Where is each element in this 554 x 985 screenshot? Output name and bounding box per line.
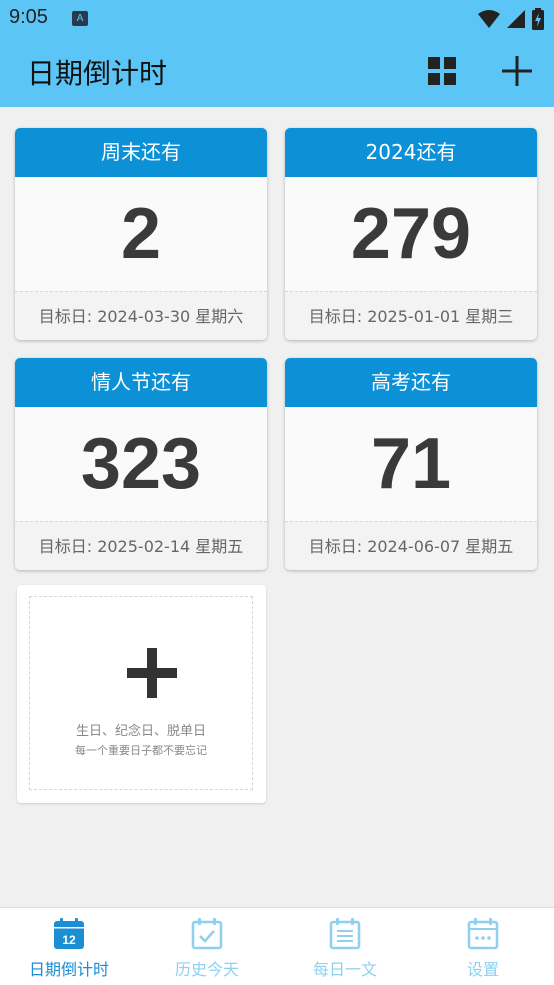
nav-item-settings[interactable]: 设置 — [414, 908, 552, 985]
wifi-icon — [478, 10, 500, 28]
grid-view-icon[interactable] — [426, 55, 458, 87]
card-target-date: 目标日: 2024-03-30 星期六 — [15, 291, 267, 340]
card-target-date: 目标日: 2024-06-07 星期五 — [285, 521, 537, 570]
calendar-12-icon: 12 — [54, 918, 84, 949]
nav-label: 日期倒计时 — [28, 960, 109, 979]
countdown-card-2024[interactable]: 2024还有 279 目标日: 2025-01-01 星期三 — [285, 128, 537, 340]
calendar-dots-icon — [467, 918, 499, 950]
svg-text:12: 12 — [62, 933, 76, 947]
card-target-date: 目标日: 2025-02-14 星期五 — [15, 521, 267, 570]
plus-icon — [127, 648, 177, 698]
countdown-card-gaokao[interactable]: 高考还有 71 目标日: 2024-06-07 星期五 — [285, 358, 537, 570]
nav-item-countdown[interactable]: 12 日期倒计时 — [0, 908, 138, 985]
signal-icon — [507, 10, 525, 28]
notification-icon: A — [72, 11, 88, 26]
countdown-card-weekend[interactable]: 周末还有 2 目标日: 2024-03-30 星期六 — [15, 128, 267, 340]
status-bar: 9:05 A — [0, 0, 554, 38]
nav-label: 每日一文 — [312, 960, 377, 979]
battery-icon — [532, 8, 544, 30]
nav-item-history[interactable]: 历史今天 — [138, 908, 276, 985]
card-title: 2024还有 — [285, 128, 537, 177]
add-countdown-card[interactable]: 生日、纪念日、脱单日 每一个重要日子都不要忘记 — [17, 585, 266, 803]
add-card-dashed-area: 生日、纪念日、脱单日 每一个重要日子都不要忘记 — [29, 596, 253, 790]
card-days: 71 — [285, 407, 537, 521]
add-card-hint: 生日、纪念日、脱单日 — [75, 724, 206, 739]
app-title: 日期倒计时 — [27, 57, 168, 90]
card-target-date: 目标日: 2025-01-01 星期三 — [285, 291, 537, 340]
card-title: 周末还有 — [15, 128, 267, 177]
calendar-lines-icon — [329, 918, 361, 950]
nav-label: 设置 — [466, 960, 499, 979]
card-title: 高考还有 — [285, 358, 537, 407]
app-bar: 日期倒计时 — [0, 38, 554, 107]
nav-item-daily-article[interactable]: 每日一文 — [276, 908, 414, 985]
plus-icon[interactable] — [498, 52, 536, 90]
card-title: 情人节还有 — [15, 358, 267, 407]
add-card-subhint: 每一个重要日子都不要忘记 — [75, 744, 207, 757]
nav-label: 历史今天 — [174, 960, 239, 979]
status-icons — [478, 8, 544, 30]
calendar-check-icon — [191, 918, 223, 950]
card-days: 279 — [285, 177, 537, 291]
status-time: 9:05 — [9, 6, 48, 28]
card-days: 323 — [15, 407, 267, 521]
card-days: 2 — [15, 177, 267, 291]
countdown-card-valentine[interactable]: 情人节还有 323 目标日: 2025-02-14 星期五 — [15, 358, 267, 570]
bottom-nav: 12 日期倒计时 历史今天 每日一文 设置 — [0, 907, 554, 985]
